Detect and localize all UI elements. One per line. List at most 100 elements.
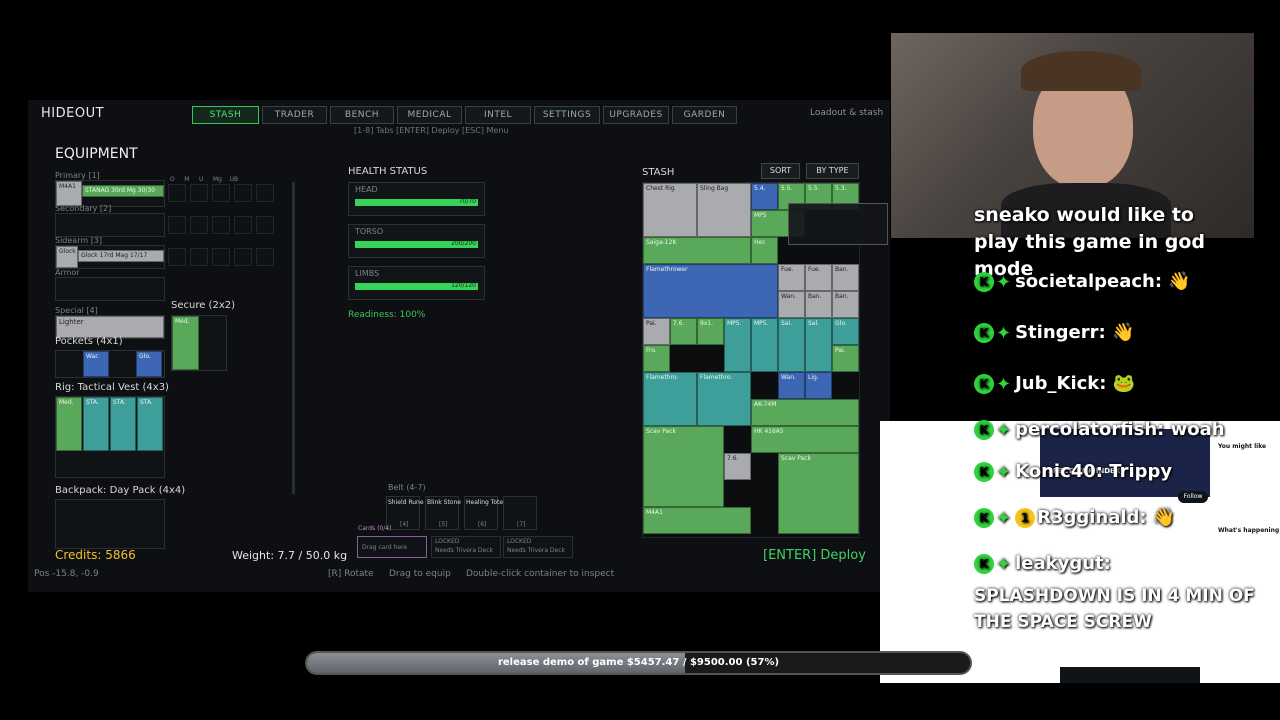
stash-item[interactable]: Glo. — [832, 318, 859, 345]
stash-item[interactable]: Sling Bag — [697, 183, 751, 237]
secure-container[interactable]: Med. — [171, 315, 227, 371]
sub-badge-icon: ✦ — [996, 322, 1012, 344]
control-inspect: Double-click container to inspect — [466, 569, 615, 579]
rig-item-med[interactable]: Med. — [56, 397, 82, 451]
tab-settings[interactable]: SETTINGS — [534, 106, 600, 124]
sub-badge-icon: ✦ — [996, 553, 1012, 575]
secure-item[interactable]: Med. — [172, 316, 199, 370]
deploy-button[interactable]: [ENTER] Deploy — [763, 548, 866, 563]
stash-item[interactable]: Fue. — [805, 264, 832, 291]
tab-intel[interactable]: INTEL — [465, 106, 531, 124]
kick-badge-icon: K — [974, 554, 994, 574]
mod-slot[interactable] — [190, 248, 208, 266]
loadout-link[interactable]: Loadout & stash — [810, 108, 883, 118]
primary-slot[interactable]: M4A1 STANAG 30rd Mg 30/30 — [55, 180, 165, 207]
mod-slot[interactable] — [212, 248, 230, 266]
sidearm-slot[interactable]: Glock 17 Glock 17rd Mag 17/17 — [55, 245, 165, 269]
stash-item[interactable]: Fro. — [643, 345, 670, 372]
rig-item-mag[interactable]: STA. — [83, 397, 109, 451]
stash-item[interactable]: 7.6. — [724, 453, 751, 480]
mod-slot[interactable] — [256, 216, 274, 234]
tab-bench[interactable]: BENCH — [330, 106, 394, 124]
mod-slot[interactable] — [190, 216, 208, 234]
stash-item[interactable]: Wan. — [778, 372, 805, 399]
chat-line: K ✦ leakygut: — [974, 553, 1111, 575]
stash-item[interactable]: 5.4. — [751, 183, 778, 210]
armor-label: Armor — [55, 268, 80, 277]
stash-item[interactable]: Sai. — [778, 318, 805, 372]
cards-label: Cards (0/4) — [358, 525, 392, 532]
mod-slot[interactable] — [168, 184, 186, 202]
mod-slot[interactable] — [212, 216, 230, 234]
secure-label: Secure (2x2) — [171, 300, 236, 311]
mod-slot[interactable] — [212, 184, 230, 202]
stash-item[interactable]: Ban. — [832, 264, 859, 291]
mod-slot[interactable] — [256, 184, 274, 202]
sidearm-weapon[interactable]: Glock 17 — [56, 246, 78, 268]
mod-slot[interactable] — [256, 248, 274, 266]
sub-badge-icon: ✦ — [996, 271, 1012, 293]
armor-slot[interactable] — [55, 277, 165, 301]
stash-item[interactable]: M4A1 — [643, 507, 751, 534]
rig-item-mag[interactable]: STA. — [137, 397, 163, 451]
weight-text: Weight: 7.7 / 50.0 kg — [232, 549, 348, 562]
health-value: 70/70 — [458, 198, 476, 205]
hideout-title: HIDEOUT — [41, 106, 105, 121]
stash-item[interactable]: 9x1. — [697, 318, 724, 345]
stash-item[interactable]: Fue. — [778, 264, 805, 291]
stash-item[interactable]: Scav Pack — [643, 426, 724, 507]
wave-emote-icon: 👋 — [1152, 507, 1176, 528]
chat-username: Stingerr: — [1015, 322, 1106, 343]
secondary-label: Secondary [2] — [55, 204, 112, 213]
pocket-item-2[interactable]: Glo. — [136, 351, 162, 377]
stash-item[interactable]: Flamethrower — [643, 264, 778, 318]
stash-item[interactable]: Pai. — [832, 345, 859, 372]
belt-slot-6[interactable]: Healing Totem [6] — [464, 496, 509, 530]
primary-weapon[interactable]: M4A1 — [56, 181, 82, 206]
mod-slot[interactable] — [168, 216, 186, 234]
stash-item[interactable]: Lig. — [805, 372, 832, 399]
equipment-scrollbar[interactable] — [292, 182, 295, 494]
stash-item[interactable]: HK 416A5 — [751, 426, 859, 453]
mod-slot[interactable] — [234, 216, 252, 234]
pocket-item-1[interactable]: War. — [83, 351, 109, 377]
mod-slot[interactable] — [190, 184, 208, 202]
sidearm-magazine[interactable]: Glock 17rd Mag 17/17 — [78, 250, 164, 262]
pockets-grid[interactable]: War. Glo. — [55, 350, 165, 378]
mod-slot[interactable] — [234, 248, 252, 266]
tab-upgrades[interactable]: UPGRADES — [603, 106, 669, 124]
rig-item-mag[interactable]: STA. — [110, 397, 136, 451]
stash-item[interactable]: Ban. — [832, 291, 859, 318]
mod-slot[interactable] — [168, 248, 186, 266]
stash-item[interactable]: Saiga-12K — [643, 237, 751, 264]
stash-item[interactable]: Wan. — [778, 291, 805, 318]
stash-item[interactable]: MP5. — [724, 318, 751, 372]
special-item[interactable]: Lighter — [56, 316, 164, 338]
stash-item[interactable]: Scav Pack — [778, 453, 859, 534]
primary-magazine[interactable]: STANAG 30rd Mg 30/30 — [82, 185, 164, 197]
stash-item[interactable]: Flamethro. — [697, 372, 751, 426]
rig-grid[interactable]: Med. STA. STA. STA. — [55, 396, 165, 478]
secondary-slot[interactable] — [55, 213, 165, 237]
stash-item[interactable]: MP5. — [751, 318, 778, 372]
stash-item[interactable]: Sal. — [805, 318, 832, 372]
stash-item[interactable]: Flamethro. — [643, 372, 697, 426]
tab-stash[interactable]: STASH — [192, 106, 259, 124]
card-drop-slot[interactable]: Drag card here — [357, 536, 427, 558]
tab-trader[interactable]: TRADER — [262, 106, 327, 124]
tab-garden[interactable]: GARDEN — [672, 106, 737, 124]
mod-slot[interactable] — [234, 184, 252, 202]
by-type-button[interactable]: BY TYPE — [806, 163, 859, 179]
belt-slot-7[interactable]: [7] — [503, 496, 537, 530]
stash-item[interactable]: Chest Rig — [643, 183, 697, 237]
sort-button[interactable]: SORT — [761, 163, 800, 179]
stash-item[interactable]: 7.6. — [670, 318, 697, 345]
stash-item[interactable]: Ban. — [805, 291, 832, 318]
stash-item[interactable]: AK-74M — [751, 399, 859, 426]
belt-slot-5[interactable]: Blink Stone [5] — [425, 496, 461, 530]
chat-line: K ✦ 1 R3gginald: 👋 — [974, 507, 1175, 529]
stash-item[interactable]: Pai. — [643, 318, 670, 345]
stash-item[interactable]: Her. — [751, 237, 778, 264]
tab-medical[interactable]: MEDICAL — [397, 106, 462, 124]
backpack-grid[interactable] — [55, 499, 165, 549]
